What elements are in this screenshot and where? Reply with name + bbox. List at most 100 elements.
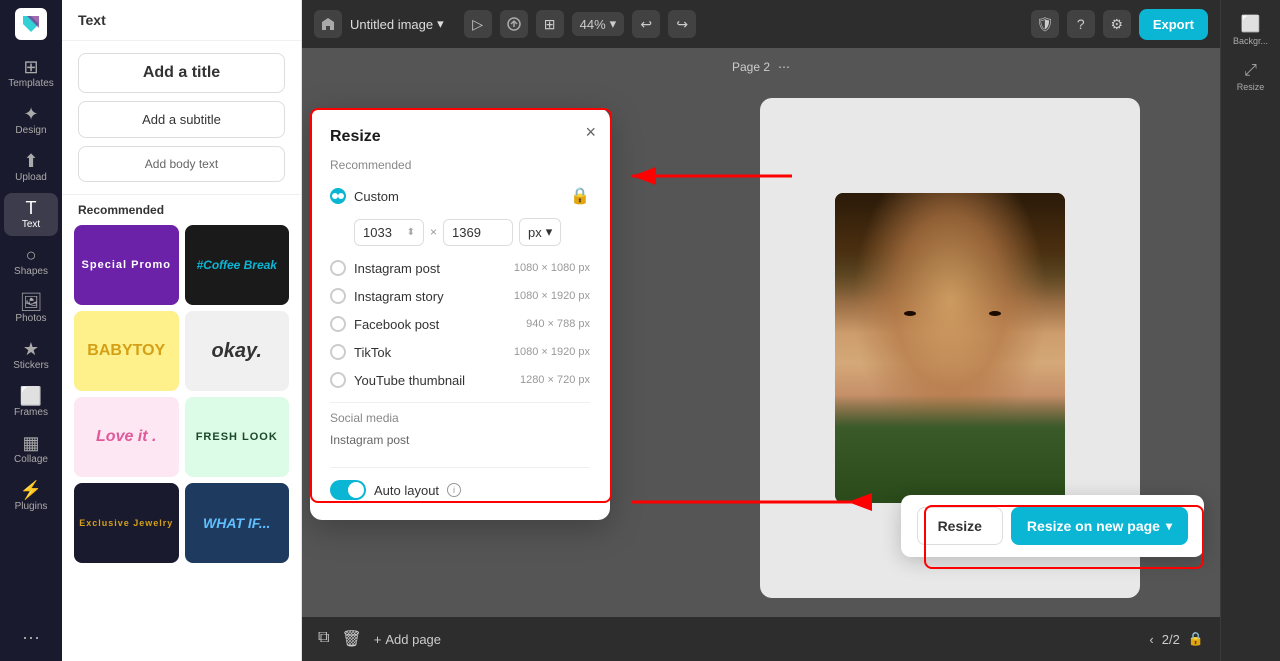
option-instagram-story[interactable]: Instagram story 1080 × 1920 px: [330, 282, 590, 310]
sidebar-item-plugins[interactable]: ⚡ Plugins: [4, 475, 58, 518]
jacket-layer: [835, 395, 1065, 504]
template-card-fresh-look[interactable]: FRESH LOOK: [185, 397, 290, 477]
modal-close-button[interactable]: ×: [585, 122, 596, 143]
chevron-down-icon: ▾: [1166, 519, 1172, 533]
lock-bottom-icon[interactable]: 🔒: [1188, 631, 1204, 647]
dropdown-arrow: ▾: [437, 16, 444, 32]
divider: [330, 402, 590, 403]
bottom-bar-left: ⧉ 🗑 + Add page: [318, 629, 441, 649]
template-card-babytoy[interactable]: BABYTOY: [74, 311, 179, 391]
sidebar-item-text[interactable]: T Text: [4, 193, 58, 236]
delete-page-icon[interactable]: 🗑: [341, 629, 361, 649]
home-icon[interactable]: [314, 10, 342, 38]
radio-tiktok: [330, 344, 346, 360]
option-tiktok-label: TikTok: [354, 345, 391, 360]
unit-select[interactable]: px ▾: [519, 218, 561, 246]
resize-icon: ⤢: [1244, 62, 1257, 80]
sidebar-item-stickers[interactable]: ★ Stickers: [4, 334, 58, 377]
right-panel-resize[interactable]: ⤢ Resize: [1224, 56, 1278, 98]
sidebar-item-more[interactable]: ⋯: [4, 623, 58, 653]
sidebar-item-collage[interactable]: ▦ Collage: [4, 428, 58, 471]
add-page-button[interactable]: + Add page: [374, 629, 441, 649]
option-youtube-label: YouTube thumbnail: [354, 373, 465, 388]
upload-icon: ⬆: [23, 152, 38, 170]
template-card-special-promo[interactable]: Special Promo: [74, 225, 179, 305]
export-button[interactable]: Export: [1139, 9, 1208, 40]
text-icon: T: [26, 199, 37, 217]
radio-youtube-thumbnail: [330, 372, 346, 388]
template-label: Love it .: [96, 428, 156, 446]
panel-title: Text: [62, 0, 301, 41]
app-logo[interactable]: [15, 8, 47, 40]
radio-instagram-post: [330, 260, 346, 276]
auto-layout-label: Auto layout: [374, 483, 439, 498]
sidebar-item-collage-label: Collage: [14, 454, 48, 465]
social-instagram-item[interactable]: Instagram post: [330, 429, 590, 451]
toggle-thumb: [348, 482, 364, 498]
left-sidebar: ⊞ Templates ✦ Design ⬆ Upload T Text ○ S…: [0, 0, 62, 661]
option-facebook-post-label: Facebook post: [354, 317, 439, 332]
height-input[interactable]: 1369: [443, 219, 513, 246]
option-youtube-thumbnail[interactable]: YouTube thumbnail 1280 × 720 px: [330, 366, 590, 394]
page-options-icon[interactable]: ⋯: [778, 60, 790, 74]
share-icon[interactable]: [500, 10, 528, 38]
sidebar-item-text-label: Text: [22, 219, 40, 230]
redo-icon[interactable]: ↪: [668, 10, 696, 38]
add-subtitle-button[interactable]: Add a subtitle: [78, 101, 285, 138]
layout-icon[interactable]: ⊞: [536, 10, 564, 38]
template-card-okay[interactable]: okay.: [185, 311, 290, 391]
template-label: Exclusive Jewelry: [79, 518, 173, 528]
design-icon: ✦: [23, 105, 38, 123]
sidebar-item-design-label: Design: [15, 125, 46, 136]
custom-dimension-inputs: 1033 ⬍ × 1369 px ▾: [354, 218, 590, 246]
template-card-exclusive-jewelry[interactable]: Exclusive Jewelry: [74, 483, 179, 563]
zoom-control[interactable]: 44% ▾: [572, 12, 625, 36]
lock-icon: 🔒: [570, 186, 590, 206]
document-title[interactable]: Untitled image ▾: [350, 16, 444, 32]
help-icon[interactable]: ?: [1067, 10, 1095, 38]
template-card-love-it[interactable]: Love it .: [74, 397, 179, 477]
prev-page-icon[interactable]: ‹: [1149, 632, 1153, 647]
sidebar-item-shapes-label: Shapes: [14, 266, 48, 277]
template-label: BABYTOY: [87, 342, 165, 360]
template-card-coffee-break[interactable]: #Coffee Break: [185, 225, 290, 305]
sidebar-item-photos[interactable]: 🖼 Photos: [4, 287, 58, 330]
option-custom[interactable]: Custom 🔒: [330, 180, 590, 212]
auto-layout-info-icon[interactable]: i: [447, 483, 461, 497]
option-instagram-post[interactable]: Instagram post 1080 × 1080 px: [330, 254, 590, 282]
option-instagram-story-label: Instagram story: [354, 289, 444, 304]
copy-page-icon[interactable]: ⧉: [318, 629, 329, 649]
recommended-section-label: Recommended: [330, 158, 590, 172]
sidebar-item-shapes[interactable]: ○ Shapes: [4, 240, 58, 283]
background-label: Backgr...: [1233, 36, 1268, 46]
sidebar-item-upload[interactable]: ⬆ Upload: [4, 146, 58, 189]
photos-icon: 🖼: [20, 293, 43, 311]
add-title-button[interactable]: Add a title: [78, 53, 285, 93]
sidebar-item-frames[interactable]: ⬜ Frames: [4, 381, 58, 424]
option-tiktok[interactable]: TikTok 1080 × 1920 px: [330, 338, 590, 366]
resize-button[interactable]: Resize: [917, 507, 1003, 545]
more-icon: ⋯: [22, 629, 40, 647]
template-card-what-if[interactable]: WHAT IF...: [185, 483, 290, 563]
add-body-text-button[interactable]: Add body text: [78, 146, 285, 182]
undo-icon[interactable]: ↩: [632, 10, 660, 38]
sidebar-item-templates[interactable]: ⊞ Templates: [4, 52, 58, 95]
sidebar-item-plugins-label: Plugins: [15, 501, 48, 512]
sidebar-item-design[interactable]: ✦ Design: [4, 99, 58, 142]
settings-icon[interactable]: ⚙: [1103, 10, 1131, 38]
width-input[interactable]: 1033 ⬍: [354, 219, 424, 246]
pagination: ‹ 2/2 🔒: [1149, 631, 1204, 647]
sidebar-item-templates-label: Templates: [8, 78, 54, 89]
auto-layout-toggle[interactable]: [330, 480, 366, 500]
right-panel-background[interactable]: ⬜ Backgr...: [1224, 8, 1278, 52]
shield-icon[interactable]: 🛡: [1031, 10, 1059, 38]
right-panel: ⬜ Backgr... ⤢ Resize: [1220, 0, 1280, 661]
bottom-bar: ⧉ 🗑 + Add page ‹ 2/2 🔒: [302, 617, 1220, 661]
option-facebook-post[interactable]: Facebook post 940 × 788 px: [330, 310, 590, 338]
modal-footer: Auto layout i: [330, 467, 590, 500]
topbar: Untitled image ▾ ▷ ⊞ 44% ▾ ↩ ↪ 🛡 ? ⚙ Exp…: [302, 0, 1220, 48]
page-indicator: Page 2 ⋯: [732, 60, 790, 74]
stickers-icon: ★: [23, 340, 39, 358]
resize-new-page-button[interactable]: Resize on new page ▾: [1011, 507, 1188, 545]
play-icon[interactable]: ▷: [464, 10, 492, 38]
